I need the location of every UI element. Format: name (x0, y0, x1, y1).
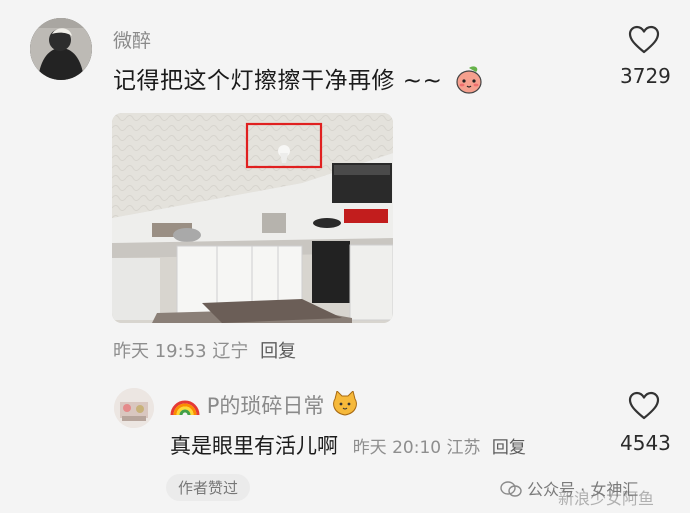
rainbow-emoji-icon (170, 394, 207, 418)
author-liked-badge: 作者赞过 (166, 474, 251, 501)
comment-reply-button[interactable]: 回复 (260, 341, 296, 362)
avatar-weizui[interactable] (30, 18, 92, 80)
cat-emoji-icon (331, 390, 359, 418)
like-heart-icon[interactable] (628, 391, 660, 421)
reply-username[interactable]: P的琐碎日常 (170, 390, 359, 420)
wechat-icon (500, 480, 527, 499)
reply-meta: 昨天 20:10 江苏 回复 (353, 438, 526, 458)
comment-text-content: 记得把这个灯擦擦干净再修 ~~ (113, 68, 443, 94)
reply-like-count: 4543 (620, 431, 671, 455)
reply-reply-button[interactable]: 回复 (492, 438, 526, 458)
watermark-weibo: 新浪少女阿鱼 (558, 489, 655, 508)
comment-username[interactable]: 微醉 (113, 26, 151, 53)
like-count: 3729 (620, 64, 671, 88)
avatar-reply-user[interactable] (114, 388, 154, 428)
reply-text: 真是眼里有活儿啊 昨天 20:10 江苏 回复 (170, 430, 526, 460)
reply-text-content: 真是眼里有活儿啊 (170, 434, 338, 458)
reply-username-text: P的琐碎日常 (206, 394, 325, 418)
comment-photo[interactable] (112, 113, 393, 323)
peach-emoji-icon (454, 64, 484, 100)
like-heart-icon[interactable] (628, 25, 660, 55)
comment-text: 记得把这个灯擦擦干净再修 ~~ (113, 61, 484, 100)
reply-time-location: 昨天 20:10 江苏 (352, 438, 481, 458)
comment-time-location: 昨天 19:53 辽宁 (113, 341, 249, 362)
comment-meta: 昨天 19:53 辽宁 回复 (113, 337, 296, 363)
